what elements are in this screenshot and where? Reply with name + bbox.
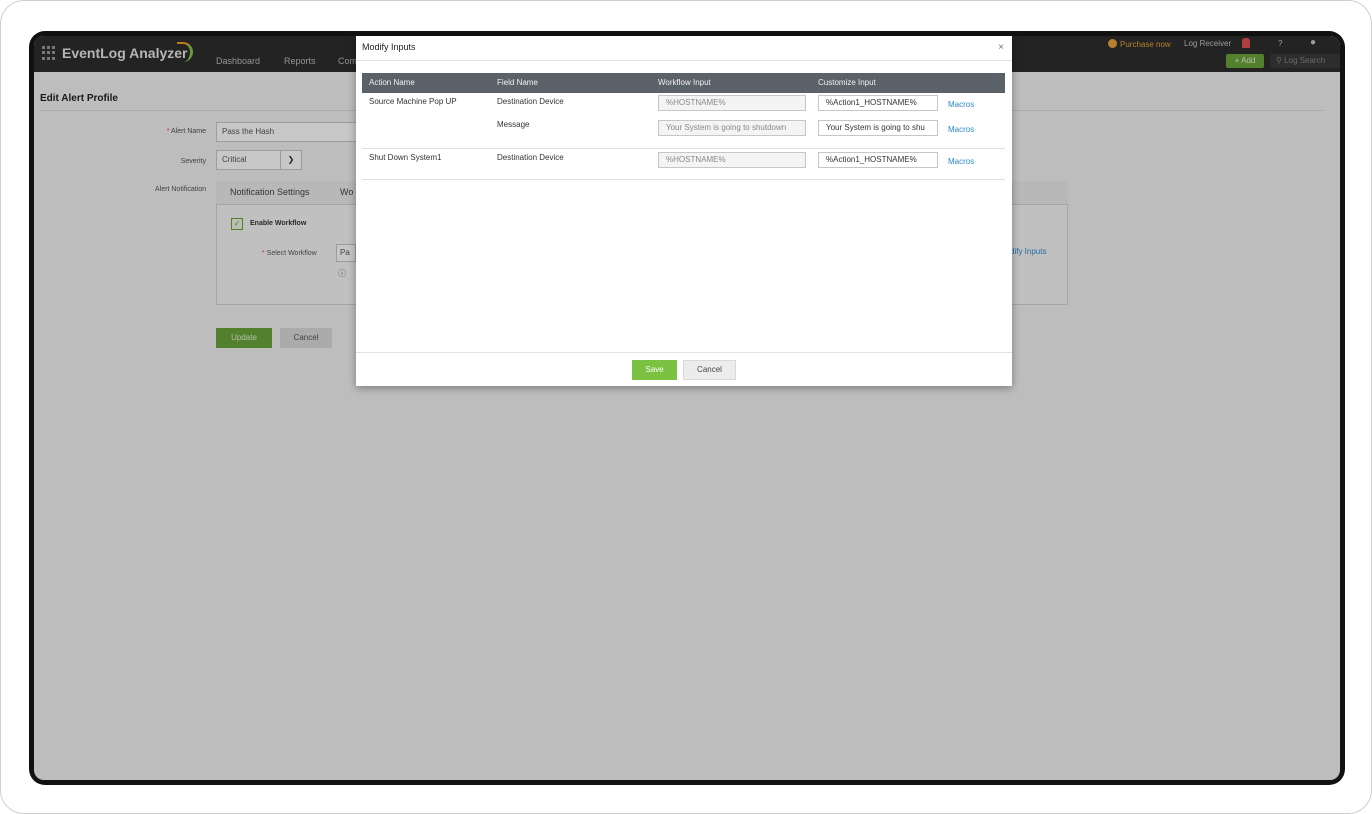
column-header-customize-input: Customize Input (818, 78, 876, 87)
field-name-cell: Destination Device (497, 97, 564, 106)
dialog-header-divider (356, 60, 1012, 61)
field-name-cell: Destination Device (497, 153, 564, 162)
macros-link[interactable]: Macros (948, 125, 974, 134)
workflow-input-field: %HOSTNAME% (658, 152, 806, 168)
customize-input-field[interactable]: %Action1_HOSTNAME% (818, 95, 938, 111)
modify-inputs-dialog: Modify Inputs × Action Name Field Name W… (356, 36, 1012, 386)
action-name-cell: Source Machine Pop UP (369, 97, 457, 106)
dialog-cancel-button[interactable]: Cancel (683, 360, 736, 380)
device-frame: EventLog Analyzer Dashboard Reports Com … (0, 0, 1372, 814)
customize-input-field[interactable]: %Action1_HOSTNAME% (818, 152, 938, 168)
table-header: Action Name Field Name Workflow Input Cu… (362, 73, 1005, 93)
macros-link[interactable]: Macros (948, 157, 974, 166)
column-header-field-name: Field Name (497, 78, 538, 87)
field-name-cell: Message (497, 120, 530, 129)
close-icon[interactable]: × (998, 42, 1004, 53)
customize-input-field[interactable]: Your System is going to shu (818, 120, 938, 136)
save-button[interactable]: Save (632, 360, 677, 380)
column-header-workflow-input: Workflow Input (658, 78, 711, 87)
workflow-input-field: %HOSTNAME% (658, 95, 806, 111)
workflow-input-field: Your System is going to shutdown (658, 120, 806, 136)
action-name-cell: Shut Down System1 (369, 153, 442, 162)
dialog-title: Modify Inputs (362, 42, 416, 52)
column-header-action-name: Action Name (369, 78, 415, 87)
dialog-footer-divider (356, 352, 1012, 353)
row-divider (362, 179, 1005, 180)
app-window: EventLog Analyzer Dashboard Reports Com … (34, 36, 1340, 780)
screen: EventLog Analyzer Dashboard Reports Com … (29, 31, 1345, 785)
row-divider (362, 148, 1005, 149)
macros-link[interactable]: Macros (948, 100, 974, 109)
